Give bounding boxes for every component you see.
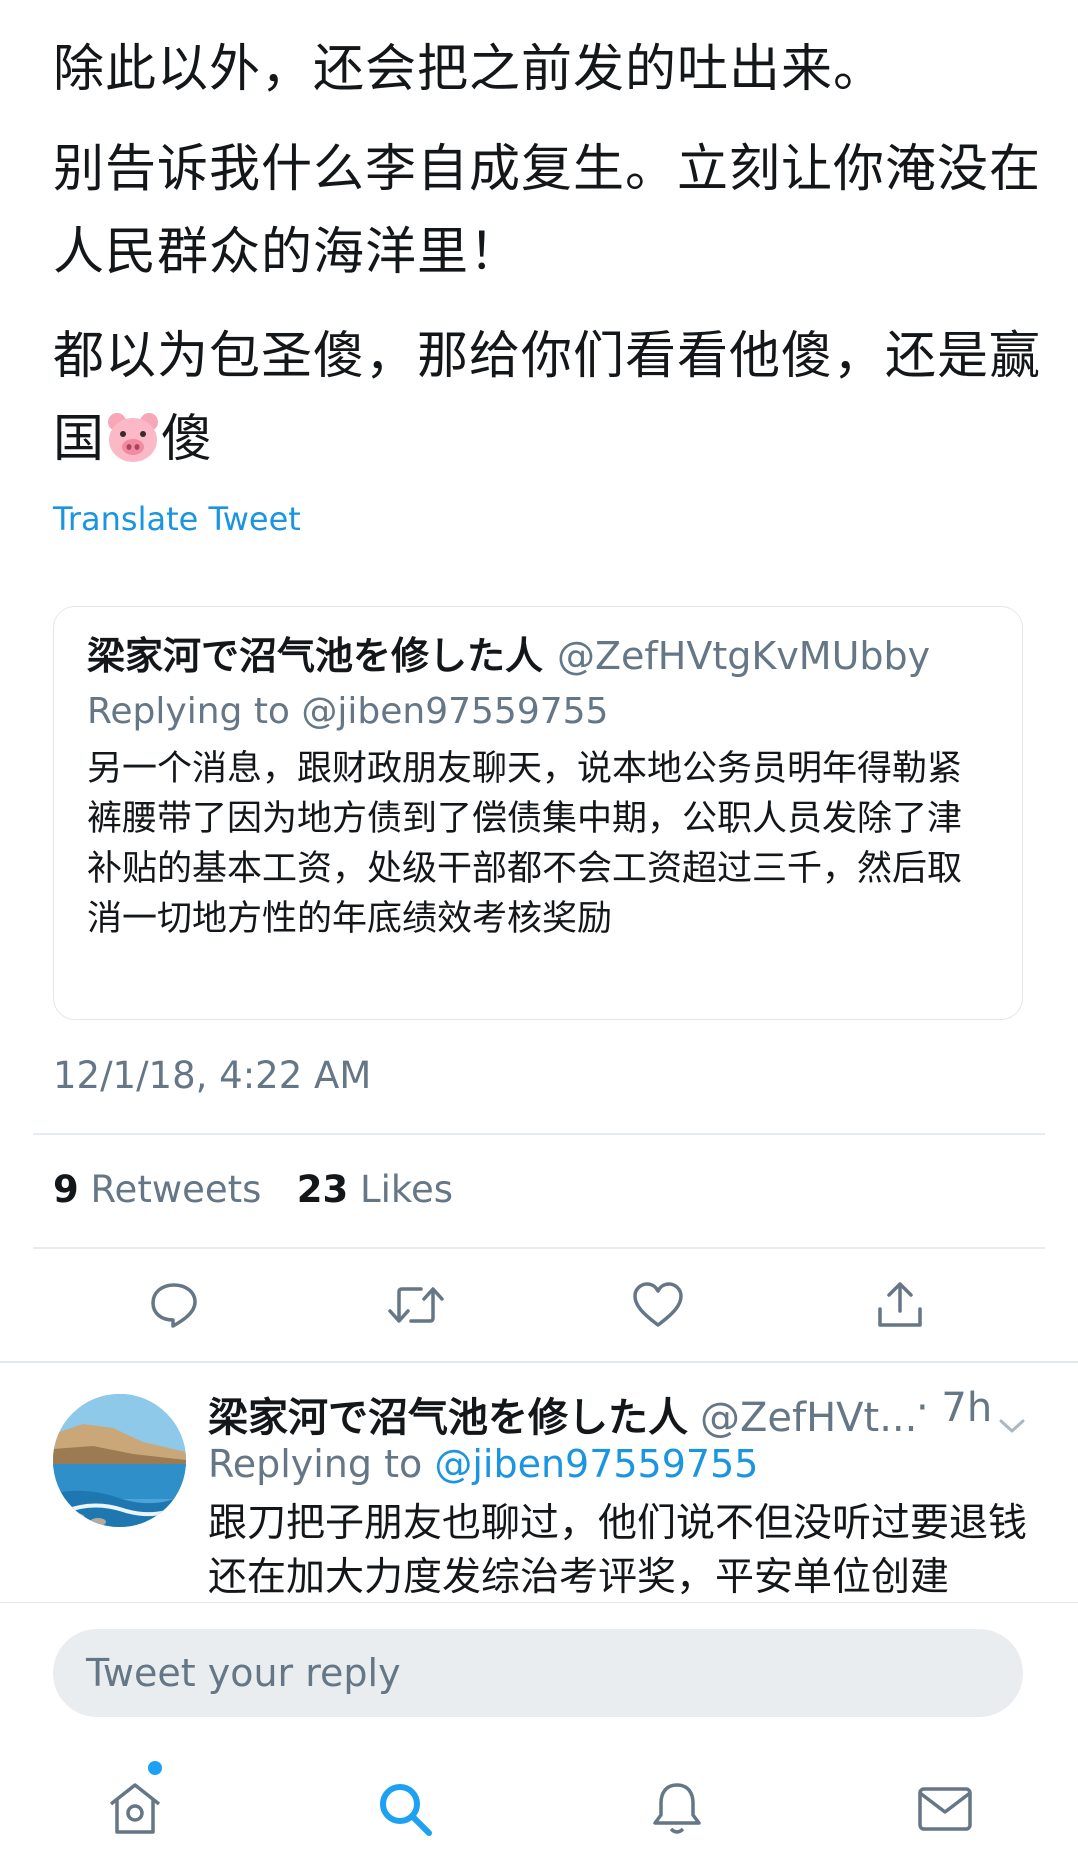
replying-to-handle-link[interactable]: @jiben97559755 <box>434 1442 758 1486</box>
tweet-paragraph: 都以为包圣傻，那给你们看看他傻，还是赢国 傻 <box>53 315 1043 489</box>
reply-handle[interactable]: @ZefHVt... <box>700 1395 917 1441</box>
retweet-icon[interactable] <box>386 1275 446 1335</box>
search-icon[interactable] <box>370 1774 440 1844</box>
reply-tweet-text: 跟刀把子朋友也聊过，他们说不但没听过要退钱还在加大力度发综治考评奖，平安单位创建 <box>208 1501 1028 1600</box>
divider <box>33 1247 1045 1249</box>
quoted-tweet-header: 梁家河で沼气池を修した人 @ZefHVtgKvMUbby <box>87 625 930 680</box>
pig-face-emoji-icon <box>105 406 161 489</box>
divider <box>0 1361 1078 1363</box>
quoted-tweet-text: 另一个消息，跟财政朋友聊天，说本地公务员明年得勒紧裤腰带了因为地方债到了偿债集中… <box>87 749 963 939</box>
translate-tweet-link[interactable]: Translate Tweet <box>53 500 301 538</box>
reply-time: · 7h <box>916 1385 993 1431</box>
home-icon[interactable] <box>100 1774 170 1844</box>
tweet-text-2: 别告诉我什么李自成复生。立刻让你淹没在人民群众的海洋里！ <box>53 128 1043 294</box>
retweets-stat[interactable]: 9 Retweets <box>53 1168 261 1211</box>
reply-replying-to: Replying to @jiben97559755 <box>208 1442 758 1486</box>
quoted-display-name: 梁家河で沼气池を修した人 <box>87 634 544 678</box>
tweet-text-3: 都以为包圣傻，那给你们看看他傻，还是赢国 傻 <box>53 315 1043 489</box>
reply-display-name[interactable]: 梁家河で沼气池を修した人 <box>208 1395 688 1441</box>
retweets-count: 9 <box>53 1168 79 1211</box>
quoted-replying-to: Replying to @jiben97559755 <box>87 691 609 732</box>
retweets-label: Retweets <box>90 1168 262 1211</box>
tweet-text: 除此以外，还会把之前发的吐出来。 <box>53 26 1043 114</box>
like-icon[interactable] <box>628 1275 688 1335</box>
quoted-tweet-card[interactable]: 梁家河で沼气池を修した人 @ZefHVtgKvMUbby Replying to … <box>53 606 1023 1020</box>
tweet-timestamp: 12/1/18, 4:22 AM <box>53 1054 372 1097</box>
tweet-reply-input[interactable]: Tweet your reply <box>53 1629 1023 1717</box>
likes-label: Likes <box>359 1168 454 1211</box>
reply-icon[interactable] <box>144 1275 204 1335</box>
divider <box>33 1133 1045 1135</box>
notification-dot <box>148 1761 162 1775</box>
replying-to-label: Replying to <box>208 1442 423 1486</box>
chevron-down-icon[interactable] <box>998 1399 1026 1445</box>
notifications-icon[interactable] <box>642 1774 712 1844</box>
share-icon[interactable] <box>870 1275 930 1335</box>
reply-header: 梁家河で沼气池を修した人 @ZefHVt... · 7h <box>208 1385 1038 1443</box>
tweet-stats: 9 Retweets 23 Likes <box>53 1168 453 1211</box>
tweet-paragraph: 除此以外，还会把之前发的吐出来。 <box>53 40 886 99</box>
tweet-paragraph: 别告诉我什么李自成复生。立刻让你淹没在人民群众的海洋里！ <box>53 140 1042 282</box>
bottom-panel: Tweet your reply <box>0 1602 1078 1863</box>
messages-icon[interactable] <box>910 1774 980 1844</box>
tweet-paragraph-suffix: 傻 <box>161 410 214 469</box>
likes-count: 23 <box>296 1168 349 1211</box>
likes-stat[interactable]: 23 Likes <box>297 1168 453 1211</box>
quoted-handle: @ZefHVtgKvMUbby <box>557 634 931 678</box>
avatar[interactable] <box>53 1394 186 1527</box>
